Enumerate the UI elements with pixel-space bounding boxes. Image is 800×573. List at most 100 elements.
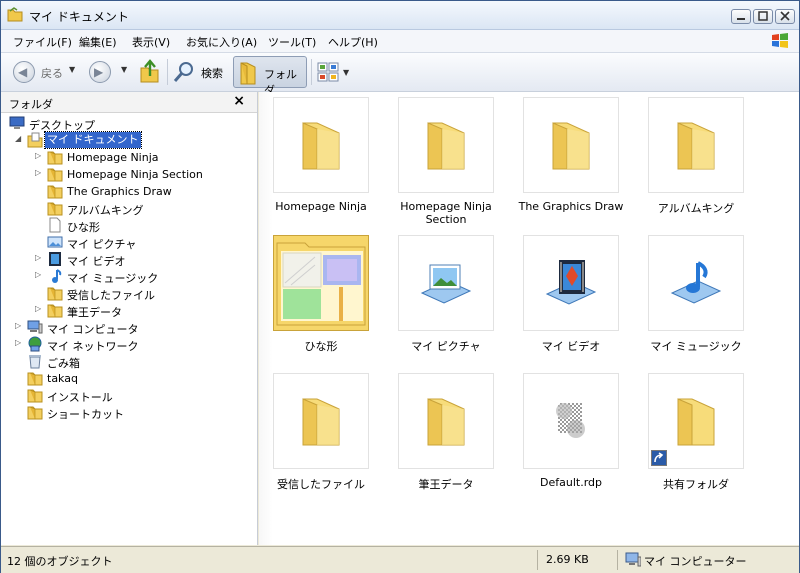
file-tile[interactable]	[523, 97, 619, 193]
tree-item-label: マイ ミュージック	[67, 272, 159, 285]
search-label: 検索	[201, 67, 223, 80]
file-label[interactable]: マイ ビデオ	[508, 338, 634, 354]
tree-item-label: マイ ネットワーク	[47, 340, 139, 353]
views-icon	[317, 61, 339, 83]
windows-logo-icon	[771, 32, 789, 50]
expand-icon[interactable]: ▷	[15, 338, 21, 347]
folder-icon	[47, 200, 63, 216]
tree-item-label: 筆王データ	[67, 306, 122, 319]
folder-icon	[424, 395, 468, 447]
file-tile[interactable]	[398, 235, 494, 331]
expand-icon[interactable]: ▷	[35, 168, 41, 177]
menu-file[interactable]: ファイル(F)	[13, 34, 72, 50]
folder-icon	[299, 119, 343, 171]
close-pane-icon[interactable]: ×	[233, 93, 245, 109]
file-view: Homepage Ninja Homepage Ninja Section The …	[259, 92, 799, 545]
file-tile[interactable]	[398, 373, 494, 469]
folder-icon	[674, 119, 718, 171]
expand-icon[interactable]: ▷	[35, 151, 41, 160]
file-tile[interactable]	[648, 97, 744, 193]
search-button[interactable]: 検索	[171, 56, 229, 88]
computer-icon	[625, 552, 641, 567]
folder-icon	[238, 61, 258, 85]
file-tile[interactable]	[273, 235, 369, 331]
file-label[interactable]: Default.rdp	[508, 476, 634, 489]
back-button[interactable]: ◀	[13, 61, 35, 83]
file-tile[interactable]	[523, 235, 619, 331]
file-label[interactable]: 受信したファイル	[258, 476, 384, 492]
shortcut-folder-icon	[674, 395, 718, 447]
menu-view[interactable]: 表示(V)	[132, 34, 170, 50]
folder-thumbnail-icon	[275, 237, 367, 329]
selection-size: 2.69 KB	[546, 553, 589, 566]
forward-button[interactable]: ▶	[89, 61, 111, 83]
file-tile[interactable]	[273, 97, 369, 193]
shortcut-arrow-icon	[651, 450, 667, 466]
expand-icon[interactable]: ▷	[35, 253, 41, 262]
file-tile[interactable]	[648, 235, 744, 331]
file-label[interactable]: 共有フォルダ	[633, 476, 759, 492]
file-label[interactable]: The Graphics Draw	[508, 200, 634, 213]
file-tile[interactable]	[398, 97, 494, 193]
tree-item-label: 受信したファイル	[67, 289, 155, 302]
file-label[interactable]: Homepage Ninja Section	[383, 200, 509, 226]
folder-icon	[27, 387, 43, 403]
explorer-window: マイ ドキュメント ファイル(F) 編集(E) 表示(V) お気に入り(A) ツ…	[0, 0, 800, 573]
back-label: 戻る	[41, 67, 63, 80]
maximize-button[interactable]	[753, 9, 773, 24]
file-label[interactable]: ひな形	[258, 338, 384, 354]
file-tile[interactable]	[273, 373, 369, 469]
folder-icon	[47, 285, 63, 301]
tree-item-label: Homepage Ninja Section	[67, 168, 203, 181]
menu-edit[interactable]: 編集(E)	[79, 34, 117, 50]
minimize-button[interactable]	[731, 9, 751, 24]
title-bar[interactable]: マイ ドキュメント	[1, 1, 799, 30]
tree-item-label: takaq	[47, 372, 78, 385]
tree-item-label: デスクトップ	[29, 119, 95, 132]
file-label[interactable]: アルバムキング	[633, 200, 759, 216]
forward-dropdown-icon[interactable]: ▼	[121, 65, 127, 74]
file-tile[interactable]	[523, 373, 619, 469]
file-label[interactable]: 筆王データ	[383, 476, 509, 492]
menu-favorites[interactable]: お気に入り(A)	[186, 34, 257, 50]
my-documents-icon	[27, 132, 43, 148]
search-icon	[173, 61, 195, 83]
file-label[interactable]: マイ ピクチャ	[383, 338, 509, 354]
document-icon	[47, 217, 63, 233]
file-label[interactable]: マイ ミュージック	[633, 338, 759, 354]
back-dropdown-icon[interactable]: ▼	[69, 65, 75, 74]
tree-item-label: マイ コンピュータ	[47, 323, 139, 336]
tree-item-label: ごみ箱	[47, 357, 80, 370]
folder-icon	[47, 302, 63, 318]
collapse-icon[interactable]: ◢	[15, 134, 21, 143]
vertical-scroll-edge	[259, 92, 273, 545]
menu-help[interactable]: ヘルプ(H)	[328, 34, 378, 50]
close-button[interactable]	[775, 9, 795, 24]
file-label[interactable]: Homepage Ninja	[258, 200, 384, 213]
views-button[interactable]: ▼	[315, 56, 351, 88]
video-icon	[47, 251, 63, 267]
menu-tools[interactable]: ツール(T)	[268, 34, 316, 50]
expand-icon[interactable]: ▷	[35, 304, 41, 313]
file-tile[interactable]	[648, 373, 744, 469]
expand-icon[interactable]: ▷	[35, 270, 41, 279]
folder-icon	[47, 166, 63, 182]
status-divider	[617, 550, 618, 570]
forward-arrow-icon: ▶	[94, 65, 104, 79]
folders-pane: フォルダ × デスクトップ ◢ マイ ドキュメント ▷ Homepage Ninja ▷ H…	[1, 92, 258, 545]
back-arrow-icon: ◀	[18, 65, 28, 79]
status-bar: 12 個のオブジェクト 2.69 KB マイ コンピューター	[1, 546, 799, 573]
up-folder-button[interactable]	[137, 56, 161, 88]
music-icon	[47, 268, 63, 284]
expand-icon[interactable]: ▷	[15, 321, 21, 330]
tree-item-label: マイ ピクチャ	[67, 238, 137, 251]
folders-pane-header: フォルダ ×	[1, 92, 257, 113]
tree-item-label: マイ ドキュメント	[44, 131, 142, 149]
folders-button[interactable]: フォルダ	[233, 56, 307, 97]
tree-item-label: マイ ビデオ	[67, 255, 126, 268]
recycle-bin-icon	[27, 353, 43, 369]
location-text: マイ コンピューター	[644, 555, 747, 568]
toolbar: ◀ 戻る ▼ ▶ ▼ 検索 フォルダ ▼	[1, 53, 799, 97]
network-icon	[27, 336, 43, 352]
folder-icon	[7, 7, 23, 22]
